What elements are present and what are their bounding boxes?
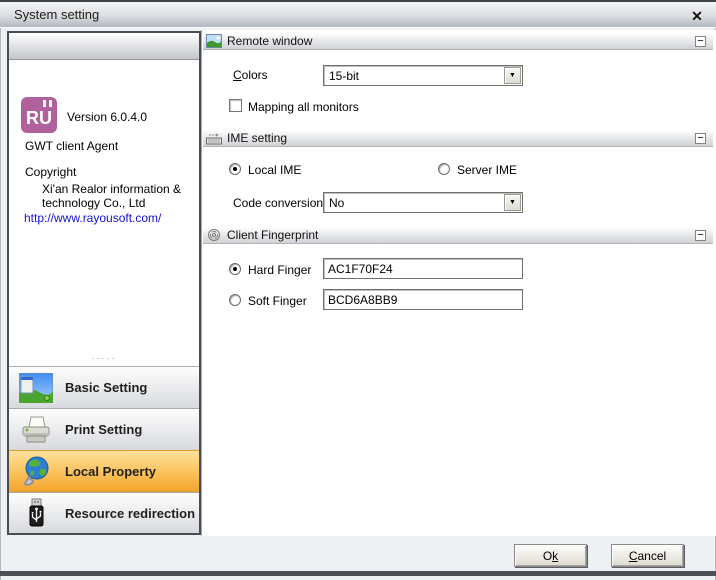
local-ime-label: Local IME bbox=[248, 163, 301, 177]
code-conversion-value: No bbox=[329, 196, 344, 210]
window-title: System setting bbox=[14, 7, 99, 22]
settings-panel: Remote window − Colors 15-bit ▼ Mapping … bbox=[201, 30, 716, 536]
printer-icon bbox=[19, 415, 53, 445]
company-line2: technology Co., Ltd bbox=[42, 196, 145, 210]
code-conversion-dropdown[interactable]: No ▼ bbox=[323, 192, 523, 213]
copyright-label: Copyright bbox=[25, 165, 76, 179]
colors-dropdown[interactable]: 15-bit ▼ bbox=[323, 65, 523, 86]
server-ime-radio[interactable] bbox=[438, 163, 450, 175]
server-ime-label: Server IME bbox=[457, 163, 517, 177]
mapping-all-monitors-checkbox[interactable] bbox=[229, 99, 242, 112]
company-line1: Xi'an Realor information & bbox=[42, 182, 181, 196]
colors-label: Colors bbox=[233, 68, 268, 82]
sidebar-item-print-setting[interactable]: Print Setting bbox=[9, 408, 199, 450]
sidebar: RU Version 6.0.4.0 GWT client Agent Copy… bbox=[7, 31, 201, 535]
sidebar-item-label: Resource redirection bbox=[65, 506, 195, 521]
agent-text: GWT client Agent bbox=[25, 139, 118, 153]
section-title: IME setting bbox=[227, 131, 287, 145]
collapse-icon[interactable]: − bbox=[695, 36, 706, 47]
section-title: Remote window bbox=[227, 34, 312, 48]
sidebar-item-basic-setting[interactable]: Basic Setting bbox=[9, 366, 199, 408]
sidebar-item-local-property[interactable]: Local Property bbox=[9, 450, 199, 492]
dropdown-arrow-icon[interactable]: ▼ bbox=[504, 67, 521, 84]
svg-text:RU: RU bbox=[26, 108, 52, 128]
app-logo-icon: RU bbox=[21, 97, 57, 133]
code-conversion-label: Code conversion bbox=[233, 196, 323, 210]
version-text: Version 6.0.4.0 bbox=[67, 110, 147, 124]
soft-finger-radio[interactable] bbox=[229, 294, 241, 306]
splitter-handle[interactable]: ····· bbox=[9, 355, 199, 365]
desktop-icon bbox=[19, 373, 53, 403]
soft-finger-label: Soft Finger bbox=[248, 294, 307, 308]
ok-button[interactable]: Ok bbox=[514, 544, 587, 567]
window-bottom-edge bbox=[0, 571, 716, 576]
sidebar-item-label: Local Property bbox=[65, 464, 156, 479]
fingerprint-icon bbox=[206, 228, 222, 242]
sidebar-item-resource-redirection[interactable]: Resource redirection bbox=[9, 492, 199, 533]
local-ime-radio[interactable] bbox=[229, 163, 241, 175]
colors-dropdown-value: 15-bit bbox=[329, 69, 359, 83]
dropdown-arrow-icon[interactable]: ▼ bbox=[504, 194, 521, 211]
titlebar: System setting ✕ bbox=[0, 0, 716, 28]
sidebar-header-strip bbox=[9, 33, 199, 60]
cancel-button[interactable]: Cancel bbox=[611, 544, 684, 567]
about-panel: RU Version 6.0.4.0 GWT client Agent Copy… bbox=[9, 60, 199, 360]
usb-drive-icon bbox=[19, 498, 53, 528]
picture-icon bbox=[206, 34, 222, 48]
section-header-ime-setting: IME setting − bbox=[203, 130, 713, 147]
section-header-client-fingerprint: Client Fingerprint − bbox=[203, 227, 713, 244]
system-setting-dialog: System setting ✕ RU Version 6.0.4.0 GWT … bbox=[0, 0, 716, 580]
website-link[interactable]: http://www.rayousoft.com/ bbox=[24, 211, 161, 225]
collapse-icon[interactable]: − bbox=[695, 230, 706, 241]
close-icon[interactable]: ✕ bbox=[686, 5, 708, 27]
collapse-icon[interactable]: − bbox=[695, 133, 706, 144]
hard-finger-label: Hard Finger bbox=[248, 263, 311, 277]
soft-finger-input[interactable] bbox=[323, 289, 523, 310]
hard-finger-input[interactable] bbox=[323, 258, 523, 279]
hard-finger-radio[interactable] bbox=[229, 263, 241, 275]
keyboard-icon bbox=[206, 131, 222, 145]
sidebar-item-label: Basic Setting bbox=[65, 380, 147, 395]
sidebar-item-label: Print Setting bbox=[65, 422, 142, 437]
section-title: Client Fingerprint bbox=[227, 228, 318, 242]
globe-plug-icon bbox=[19, 456, 53, 486]
mapping-all-monitors-label: Mapping all monitors bbox=[248, 100, 359, 114]
section-header-remote-window: Remote window − bbox=[203, 33, 713, 50]
